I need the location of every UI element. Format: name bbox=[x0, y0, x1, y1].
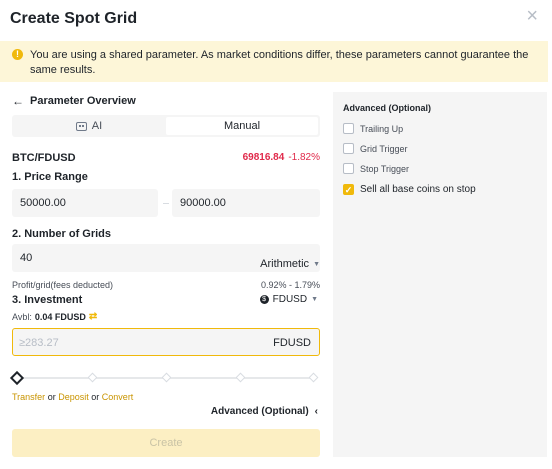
last-price: 69816.84 bbox=[242, 152, 285, 163]
caret-down-icon: ▼ bbox=[313, 260, 320, 268]
available-balance: Avbl: 0.04 FDUSD ⇄ bbox=[12, 311, 97, 322]
investment-coin-select[interactable]: $ FDUSD ▼ bbox=[259, 294, 318, 305]
investment-placeholder: ≥283.27 bbox=[19, 337, 59, 349]
investment-unit: FDUSD bbox=[273, 337, 311, 349]
grids-label: 2. Number of Grids bbox=[12, 228, 112, 240]
arrow-left-icon: ← bbox=[12, 94, 24, 108]
price-range-label: 1. Price Range bbox=[12, 171, 88, 183]
close-icon[interactable]: × bbox=[526, 6, 538, 26]
profit-per-grid-label: Profit/grid(fees deducted) bbox=[12, 280, 114, 290]
trailing-up-option[interactable]: Trailing Up bbox=[343, 123, 403, 134]
robot-icon bbox=[75, 121, 87, 131]
shared-parameter-notice: ! You are using a shared parameter. As m… bbox=[0, 41, 548, 82]
slider-mark-75[interactable] bbox=[235, 372, 246, 383]
grid-mode-select[interactable]: Arithmetic ▼ bbox=[260, 258, 320, 270]
investment-label: 3. Investment bbox=[12, 294, 83, 306]
investment-slider[interactable] bbox=[9, 370, 319, 386]
lower-price-input[interactable]: 50000.00 bbox=[12, 189, 158, 217]
slider-mark-50[interactable] bbox=[161, 372, 172, 383]
fdusd-coin-icon: $ bbox=[259, 295, 269, 304]
avbl-label: Avbl: bbox=[12, 311, 32, 322]
option-label: Trailing Up bbox=[360, 123, 404, 134]
grid-form: ← Parameter Overview AI Manual BTC/FDUSD… bbox=[0, 82, 330, 469]
advanced-toggle-label: Advanced (Optional) bbox=[210, 406, 309, 417]
checkbox[interactable] bbox=[343, 123, 354, 134]
warning-icon: ! bbox=[12, 49, 23, 60]
trading-pair: BTC/FDUSD bbox=[12, 152, 76, 164]
upper-price-input[interactable]: 90000.00 bbox=[172, 189, 320, 217]
profit-per-grid-value: 0.92% - 1.79% bbox=[260, 280, 320, 290]
investment-amount-input[interactable]: ≥283.27 FDUSD bbox=[12, 328, 320, 356]
or-text: or bbox=[91, 392, 100, 402]
checkbox[interactable] bbox=[343, 163, 354, 174]
transfer-link[interactable]: Transfer bbox=[12, 392, 45, 402]
transfer-swap-icon[interactable]: ⇄ bbox=[89, 311, 97, 322]
avbl-value: 0.04 FDUSD bbox=[34, 311, 86, 322]
option-label: Sell all base coins on stop bbox=[360, 184, 476, 195]
sell-all-option[interactable]: ✓ Sell all base coins on stop bbox=[343, 184, 476, 195]
advanced-panel-title: Advanced (Optional) bbox=[343, 103, 432, 113]
grid-mode-label: Arithmetic bbox=[260, 258, 310, 270]
range-separator bbox=[163, 203, 169, 204]
mode-tabs: AI Manual bbox=[12, 115, 320, 137]
option-label: Stop Trigger bbox=[360, 163, 410, 174]
checkbox[interactable] bbox=[343, 143, 354, 154]
back-to-parameter-overview[interactable]: ← Parameter Overview bbox=[12, 94, 136, 108]
slider-mark-25[interactable] bbox=[87, 372, 98, 383]
tab-manual[interactable]: Manual bbox=[166, 117, 318, 135]
dialog-title: Create Spot Grid bbox=[10, 10, 138, 27]
tab-manual-label: Manual bbox=[223, 120, 261, 132]
or-text: or bbox=[47, 392, 56, 402]
advanced-toggle[interactable]: Advanced (Optional) ‹ bbox=[211, 406, 318, 417]
deposit-link[interactable]: Deposit bbox=[58, 392, 89, 402]
dialog-header: Create Spot Grid × bbox=[0, 0, 552, 38]
back-label: Parameter Overview bbox=[30, 95, 136, 107]
tab-ai[interactable]: AI bbox=[12, 115, 166, 137]
option-label: Grid Trigger bbox=[360, 143, 408, 154]
chevron-left-icon: ‹ bbox=[314, 406, 318, 417]
advanced-panel: Advanced (Optional) Trailing Up Grid Tri… bbox=[333, 92, 547, 457]
checkbox-checked[interactable]: ✓ bbox=[343, 184, 354, 195]
tab-ai-label: AI bbox=[91, 120, 103, 132]
caret-down-icon: ▼ bbox=[311, 296, 318, 303]
slider-mark-100[interactable] bbox=[308, 372, 319, 383]
convert-link[interactable]: Convert bbox=[102, 392, 134, 402]
price-change: -1.82% bbox=[288, 152, 320, 163]
slider-thumb[interactable] bbox=[9, 370, 25, 386]
stop-trigger-option[interactable]: Stop Trigger bbox=[343, 163, 409, 174]
grid-trigger-option[interactable]: Grid Trigger bbox=[343, 143, 408, 154]
create-button[interactable]: Create bbox=[12, 429, 320, 457]
investment-coin-label: FDUSD bbox=[272, 294, 308, 305]
market-price: 69816.84 -1.82% bbox=[243, 152, 320, 163]
notice-text: You are using a shared parameter. As mar… bbox=[30, 49, 529, 76]
funding-links: Transfer or Deposit or Convert bbox=[12, 392, 133, 402]
